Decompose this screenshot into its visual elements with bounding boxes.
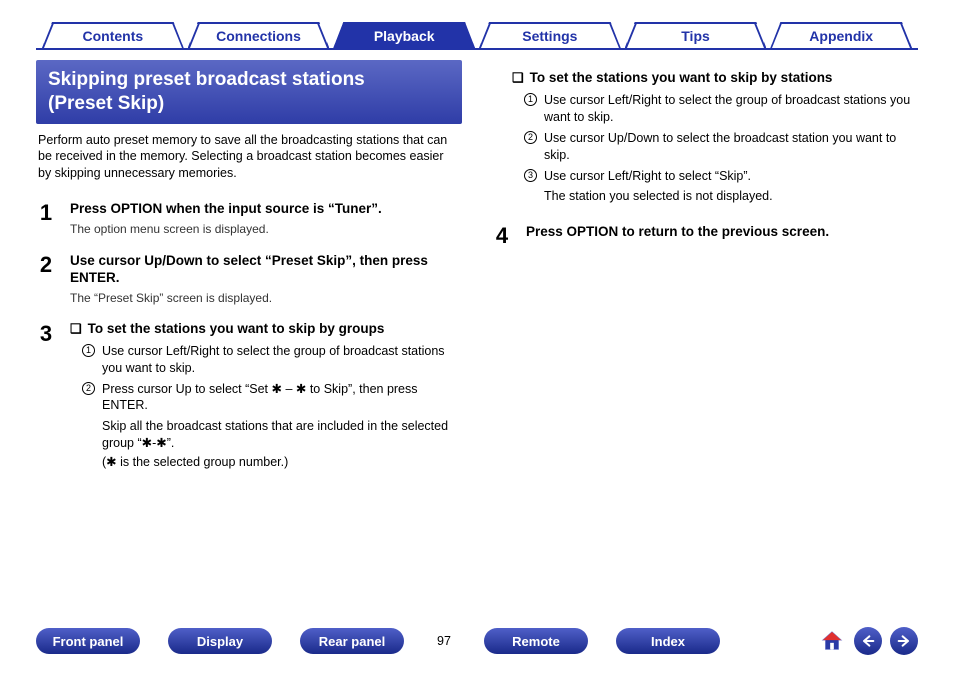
- step-heading: Press OPTION when the input source is “T…: [70, 200, 462, 218]
- footer-bar: Front panel Display Rear panel 97 Remote…: [36, 627, 918, 655]
- page-number: 97: [432, 634, 456, 648]
- circled-2-icon: 2: [82, 382, 95, 395]
- substep-heading-text: To set the stations you want to skip by …: [530, 70, 833, 85]
- square-bullet-icon: ❏: [70, 321, 82, 337]
- tab-settings[interactable]: Settings: [479, 22, 621, 48]
- circled-1-icon: 1: [524, 93, 537, 106]
- step-heading: Press OPTION to return to the previous s…: [526, 223, 918, 241]
- list-item: 2Use cursor Up/Down to select the broadc…: [544, 130, 918, 164]
- top-tab-bar: Contents Connections Playback Settings T…: [36, 22, 918, 50]
- rear-panel-button[interactable]: Rear panel: [300, 628, 404, 654]
- list-item: 2Press cursor Up to select “Set ✱ – ✱ to…: [102, 381, 462, 415]
- substep-heading: ❏ To set the stations you want to skip b…: [70, 321, 462, 337]
- list-item: 3Use cursor Left/Right to select “Skip”.: [544, 168, 918, 185]
- arrow-right-icon: [896, 633, 912, 649]
- tab-connections[interactable]: Connections: [188, 22, 330, 48]
- content-area: Skipping preset broadcast stations (Pres…: [36, 60, 918, 487]
- step-heading: Use cursor Up/Down to select “Preset Ski…: [70, 252, 462, 287]
- substep-trail: The station you selected is not displaye…: [512, 188, 918, 205]
- step-1: 1 Press OPTION when the input source is …: [36, 200, 462, 236]
- left-column: Skipping preset broadcast stations (Pres…: [36, 60, 462, 487]
- prev-page-button[interactable]: [854, 627, 882, 655]
- next-page-button[interactable]: [890, 627, 918, 655]
- substep-heading-text: To set the stations you want to skip by …: [88, 321, 385, 336]
- footer-nav-icons: [818, 627, 918, 655]
- step-number: 4: [492, 223, 512, 249]
- substep-heading: ❏ To set the stations you want to skip b…: [512, 70, 918, 86]
- arrow-left-icon: [860, 633, 876, 649]
- display-button[interactable]: Display: [168, 628, 272, 654]
- step-2: 2 Use cursor Up/Down to select “Preset S…: [36, 252, 462, 305]
- circled-3-icon: 3: [524, 169, 537, 182]
- step-number: 3: [36, 321, 56, 471]
- right-column: ❏ To set the stations you want to skip b…: [492, 60, 918, 487]
- section-title-line1: Skipping preset broadcast stations: [48, 69, 365, 90]
- section-title-line2: (Preset Skip): [48, 93, 164, 114]
- home-button[interactable]: [818, 627, 846, 655]
- list-item: 1Use cursor Left/Right to select the gro…: [102, 343, 462, 377]
- step-number: 1: [36, 200, 56, 236]
- section-intro: Perform auto preset memory to save all t…: [38, 132, 460, 183]
- remote-button[interactable]: Remote: [484, 628, 588, 654]
- step-note: The “Preset Skip” screen is displayed.: [70, 291, 462, 305]
- square-bullet-icon: ❏: [512, 70, 524, 86]
- tab-appendix[interactable]: Appendix: [770, 22, 912, 48]
- circled-2-icon: 2: [524, 131, 537, 144]
- tab-playback[interactable]: Playback: [333, 22, 475, 48]
- list-item: 1Use cursor Left/Right to select the gro…: [544, 92, 918, 126]
- home-icon: [821, 630, 843, 652]
- substep-list: 1Use cursor Left/Right to select the gro…: [512, 92, 918, 184]
- tab-contents[interactable]: Contents: [42, 22, 184, 48]
- substep-trail: Skip all the broadcast stations that are…: [70, 418, 462, 452]
- step-3b: ❏ To set the stations you want to skip b…: [512, 70, 918, 205]
- circled-1-icon: 1: [82, 344, 95, 357]
- index-button[interactable]: Index: [616, 628, 720, 654]
- step-3: 3 ❏ To set the stations you want to skip…: [36, 321, 462, 471]
- tab-tips[interactable]: Tips: [625, 22, 767, 48]
- step-number: 2: [36, 252, 56, 305]
- substep-trail: (✱ is the selected group number.): [70, 454, 462, 471]
- step-note: The option menu screen is displayed.: [70, 222, 462, 236]
- substep-list: 1Use cursor Left/Right to select the gro…: [70, 343, 462, 415]
- section-title: Skipping preset broadcast stations (Pres…: [36, 60, 462, 124]
- step-4: 4 Press OPTION to return to the previous…: [492, 223, 918, 249]
- front-panel-button[interactable]: Front panel: [36, 628, 140, 654]
